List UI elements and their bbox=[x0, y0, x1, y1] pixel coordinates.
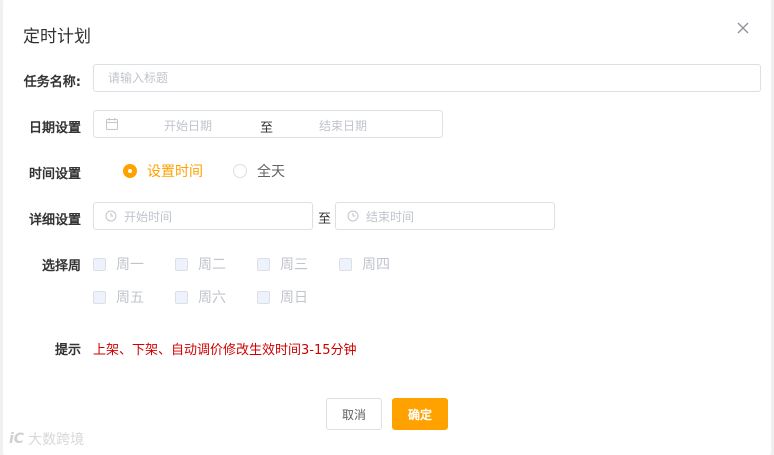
task-name-field-wrapper bbox=[93, 64, 761, 92]
date-range-picker[interactable]: 开始日期 至 结束日期 bbox=[93, 110, 443, 138]
radio-set-time-label: 设置时间 bbox=[147, 164, 203, 180]
start-time-placeholder: 开始时间 bbox=[124, 209, 173, 224]
clock-icon bbox=[105, 210, 117, 222]
checkbox-label: 周三 bbox=[280, 257, 308, 273]
start-time-picker[interactable]: 开始时间 bbox=[93, 202, 313, 230]
checkbox-box[interactable] bbox=[339, 257, 352, 271]
checkbox-box[interactable] bbox=[93, 290, 106, 304]
checkbox-label: 周二 bbox=[198, 257, 226, 273]
checkbox-box[interactable] bbox=[175, 257, 188, 271]
calendar-icon bbox=[106, 118, 118, 130]
checkbox-wednesday[interactable]: 周三 bbox=[257, 254, 308, 274]
checkbox-thursday[interactable]: 周四 bbox=[339, 254, 390, 274]
end-date-placeholder[interactable]: 结束日期 bbox=[319, 117, 367, 134]
timed-plan-dialog: 定时计划 任务名称: 日期设置 开始日期 至 结束日期 时间设置 设置时间 全天… bbox=[3, 0, 771, 455]
checkbox-friday[interactable]: 周五 bbox=[93, 287, 144, 307]
watermark-logo: iC bbox=[9, 431, 25, 447]
end-time-placeholder: 结束时间 bbox=[366, 209, 415, 224]
clock-icon bbox=[347, 210, 359, 222]
date-range-separator: 至 bbox=[260, 121, 274, 136]
time-range-separator: 至 bbox=[318, 212, 332, 227]
radio-set-time-dot[interactable] bbox=[123, 164, 137, 178]
confirm-button[interactable]: 确定 bbox=[392, 398, 448, 430]
radio-all-day-dot[interactable] bbox=[233, 164, 247, 178]
radio-all-day-label: 全天 bbox=[257, 164, 285, 180]
checkbox-label: 周四 bbox=[362, 257, 390, 273]
radio-set-time[interactable]: 设置时间 bbox=[123, 161, 203, 181]
end-time-picker[interactable]: 结束时间 bbox=[335, 202, 555, 230]
watermark-text: 大数跨境 bbox=[28, 432, 85, 448]
task-name-input[interactable] bbox=[94, 71, 760, 85]
checkbox-label: 周日 bbox=[280, 290, 308, 306]
checkbox-tuesday[interactable]: 周二 bbox=[175, 254, 226, 274]
checkbox-label: 周五 bbox=[116, 290, 144, 306]
time-setting-label: 时间设置 bbox=[28, 167, 81, 182]
checkbox-sunday[interactable]: 周日 bbox=[257, 287, 308, 307]
checkbox-monday[interactable]: 周一 bbox=[93, 254, 144, 274]
task-name-label: 任务名称: bbox=[23, 75, 81, 90]
checkbox-label: 周六 bbox=[198, 290, 226, 306]
checkbox-box[interactable] bbox=[93, 257, 106, 271]
watermark: iC 大数跨境 bbox=[9, 429, 84, 449]
date-setting-label: 日期设置 bbox=[28, 121, 81, 136]
tip-text: 上架、下架、自动调价修改生效时间3-15分钟 bbox=[93, 343, 357, 358]
start-date-placeholder[interactable]: 开始日期 bbox=[164, 117, 212, 134]
dialog-title: 定时计划 bbox=[23, 27, 91, 47]
checkbox-saturday[interactable]: 周六 bbox=[175, 287, 226, 307]
cancel-button[interactable]: 取消 bbox=[326, 398, 382, 430]
checkbox-box[interactable] bbox=[257, 290, 270, 304]
checkbox-box[interactable] bbox=[257, 257, 270, 271]
tip-label: 提示 bbox=[54, 343, 81, 358]
checkbox-label: 周一 bbox=[116, 257, 144, 273]
detail-setting-label: 详细设置 bbox=[28, 213, 81, 228]
checkbox-box[interactable] bbox=[175, 290, 188, 304]
radio-all-day[interactable]: 全天 bbox=[233, 161, 285, 181]
select-week-label: 选择周 bbox=[41, 259, 81, 274]
close-icon[interactable] bbox=[735, 20, 751, 36]
